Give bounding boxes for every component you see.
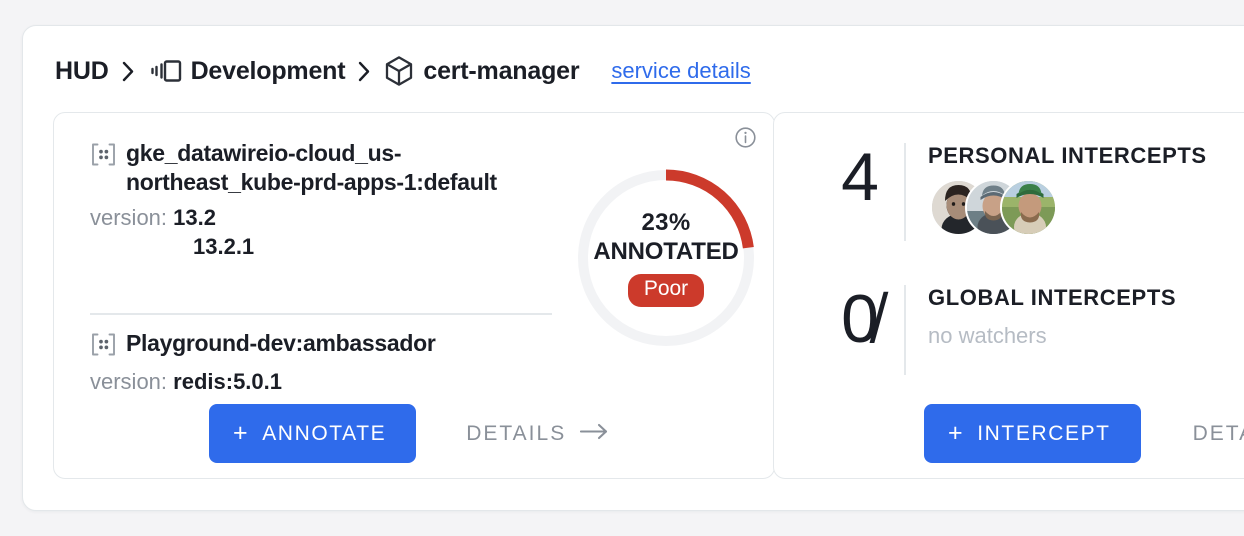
breadcrumb-separator-icon-2 [358,61,371,82]
cube-icon [384,55,414,87]
plus-icon: + [233,419,250,447]
details-button-right-label: DETAILS [1192,421,1244,445]
stat-divider [904,143,906,241]
cluster-entry-2: Playground-dev:ambassador version: redis… [90,329,560,397]
intercepts-card: 4 PERSONAL INTERCEPTS 0̸ GLOBAL INTERCEP… [773,112,1244,479]
stat-divider-2 [904,285,906,375]
breadcrumb-label-cert-manager: cert-manager [423,56,580,85]
cluster-entry: gke_datawireio-cloud_us-northeast_kube-p… [90,139,560,262]
stat-personal-intercepts: 4 PERSONAL INTERCEPTS [816,143,1207,241]
version-value-2: redis:5.0.1 [173,369,282,394]
breadcrumb-item-hud[interactable]: HUD [55,57,109,86]
personal-intercepts-title: PERSONAL INTERCEPTS [928,143,1207,168]
breadcrumb-separator-icon [122,61,135,82]
global-intercepts-subtitle: no watchers [928,323,1047,348]
cluster-name: gke_datawireio-cloud_us-northeast_kube-p… [126,140,497,196]
cluster-version-extra: 13.2.1 [193,234,255,260]
right-card-actions: + INTERCEPT DETAILS [924,404,1244,463]
gauge-status-badge: Poor [627,274,705,307]
cluster-brackets-icon-2 [90,332,117,362]
breadcrumb-item-cert-manager[interactable]: cert-manager [384,55,580,87]
details-button[interactable]: DETAILS [462,412,613,456]
main-panel: HUD Development cert-manager service det… [22,25,1244,511]
details-button-label: DETAILS [466,421,567,445]
arrow-right-icon [580,422,609,446]
avatar[interactable] [1000,179,1057,236]
info-circle-icon[interactable] [735,127,756,148]
version-label: version: [90,204,174,230]
layers-icon [148,58,182,84]
global-intercepts-title: GLOBAL INTERCEPTS [928,285,1177,310]
service-details-link[interactable]: service details [611,58,750,84]
version-value: 13.2 [173,204,216,230]
global-intercepts-count: 0̸ [841,281,879,357]
left-card-actions: + ANNOTATE DETAILS [209,404,613,463]
stat-global-intercepts: 0̸ GLOBAL INTERCEPTS no watchers [816,285,1176,375]
annotate-button-label: ANNOTATE [262,421,387,445]
card-divider [90,313,552,315]
annotation-card: gke_datawireio-cloud_us-northeast_kube-p… [53,112,775,479]
cluster-version-row: version: 13.2 [90,204,560,233]
breadcrumb-label-development: Development [190,56,346,85]
version-label-2: version: [90,369,174,394]
plus-icon: + [948,419,965,447]
gauge-label: ANNOTATED [593,238,739,266]
cluster-version-row-2: version: redis:5.0.1 [90,368,560,397]
intercept-button[interactable]: + INTERCEPT [924,404,1141,463]
breadcrumb: HUD Development cert-manager service det… [55,49,751,93]
annotate-button[interactable]: + ANNOTATE [209,404,417,463]
cluster-brackets-icon [90,142,117,172]
details-button-right[interactable]: DETAILS [1189,412,1244,456]
personal-intercepts-count: 4 [841,139,879,215]
breadcrumb-item-development[interactable]: Development [148,57,346,86]
annotated-gauge: 23% ANNOTATED Poor [575,167,757,349]
intercept-button-label: INTERCEPT [977,421,1111,445]
avatar-group[interactable] [928,179,1207,236]
cluster-name-2: Playground-dev:ambassador [126,330,436,356]
gauge-percent: 23% [641,209,691,237]
